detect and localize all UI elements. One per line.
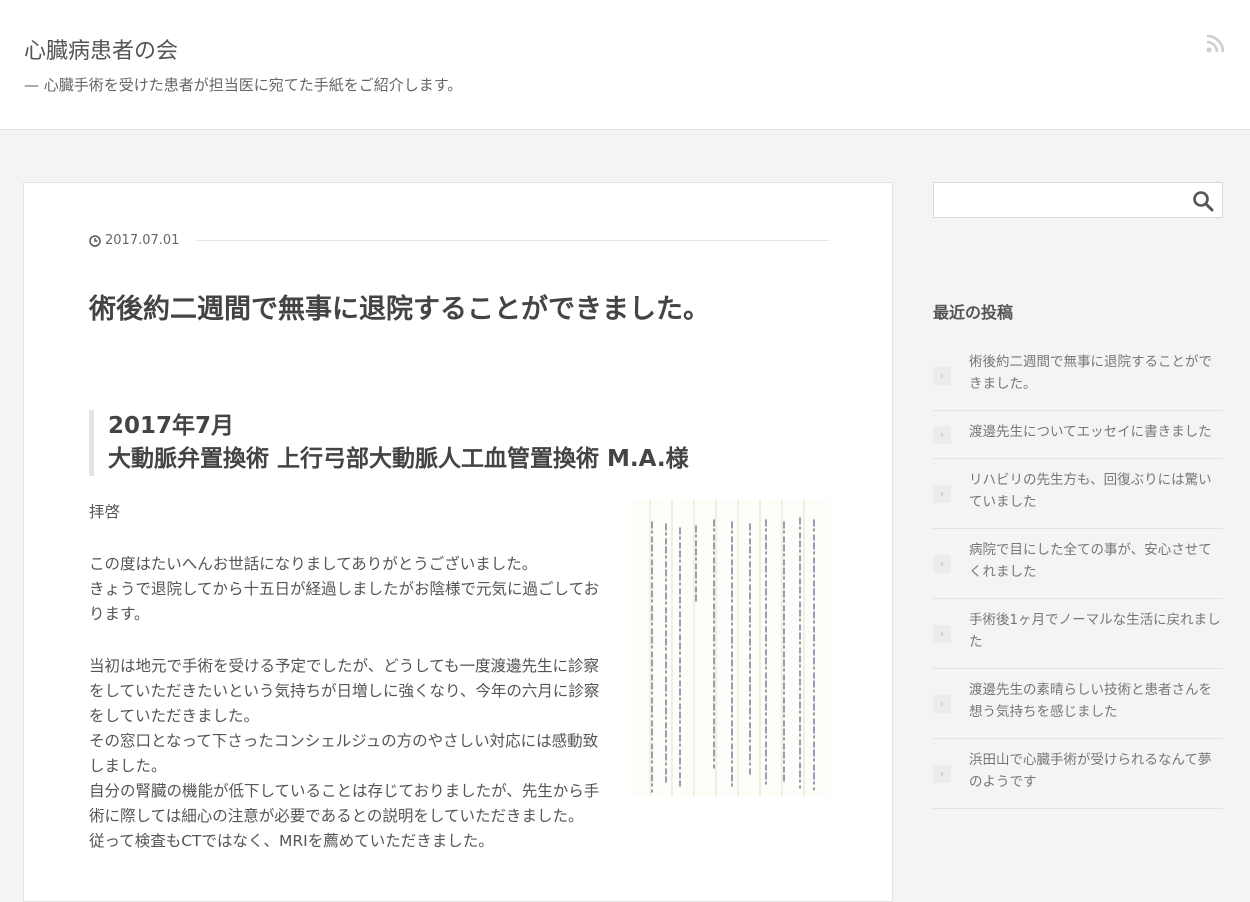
chevron-right-icon: ›	[933, 366, 951, 385]
recent-post-item[interactable]: › リハビリの先生方も、回復ぶりには驚いていました	[933, 459, 1223, 529]
post-meta: 2017.07.01	[89, 233, 829, 249]
recent-post-item[interactable]: › 渡邊先生の素晴らしい技術と患者さんを想う気持ちを感じました	[933, 669, 1223, 739]
recent-post-link[interactable]: 渡邊先生の素晴らしい技術と患者さんを想う気持ちを感じました	[969, 682, 1212, 720]
recent-post-item[interactable]: › 病院で目にした全ての事が、安心させてくれました	[933, 529, 1223, 599]
body-paragraph: この度はたいへんお世話になりましてありがとうございました。	[89, 555, 538, 573]
rss-icon[interactable]	[1206, 35, 1224, 53]
chevron-right-icon: ›	[933, 624, 951, 643]
search-box[interactable]	[933, 182, 1223, 218]
blockquote-procedure: 大動脈弁置換術 上行弓部大動脈人工血管置換術 M.A.様	[108, 446, 689, 472]
body-paragraph: きょうで退院してから十五日が経過しましたがお陰様で元気に過ごしております。	[89, 580, 600, 623]
meta-divider	[197, 240, 829, 241]
chevron-right-icon: ›	[933, 694, 951, 713]
body-paragraph: 拝啓	[89, 503, 121, 521]
recent-posts-list: › 術後約二週間で無事に退院することができました。 › 渡邊先生についてエッセイに書…	[933, 341, 1223, 809]
post-date: 2017.07.01	[105, 233, 180, 248]
recent-post-link[interactable]: 渡邊先生についてエッセイに書きました	[969, 424, 1212, 440]
recent-post-link[interactable]: 術後約二週間で無事に退院することができました。	[969, 354, 1212, 392]
chevron-right-icon: ›	[933, 484, 951, 503]
clock-icon	[89, 235, 101, 247]
recent-post-item[interactable]: › 浜田山で心臓手術が受けられるなんて夢のようです	[933, 739, 1223, 809]
search-icon[interactable]	[1192, 190, 1214, 212]
recent-post-item[interactable]: › 手術後1ヶ月でノーマルな生活に戻れました	[933, 599, 1223, 669]
recent-post-item[interactable]: › 術後約二週間で無事に退院することができました。	[933, 341, 1223, 411]
site-description: — 心臓手術を受けた患者が担当医に宛てた手紙をご紹介します。	[24, 76, 463, 94]
recent-post-link[interactable]: 浜田山で心臓手術が受けられるなんて夢のようです	[969, 752, 1211, 790]
body-paragraph: 自分の腎臓の機能が低下していることは存じておりましたが、先生から手術に際しては細…	[89, 782, 600, 825]
body-paragraph: 従って検査もCTではなく、MRIを薦めていただきました。	[89, 832, 494, 850]
post-title: 術後約二週間で無事に退院することができました。	[89, 294, 710, 325]
body-paragraph: その窓口となって下さったコンシェルジュの方のやさしい対応には感動致しました。	[89, 732, 599, 775]
post-blockquote: 2017年7月 大動脈弁置換術 上行弓部大動脈人工血管置換術 M.A.様	[89, 410, 829, 476]
article-card: 2017.07.01 術後約二週間で無事に退院することができました。 2017年…	[23, 182, 893, 902]
chevron-right-icon: ›	[933, 425, 951, 444]
site-title[interactable]: 心臓病患者の会	[24, 33, 178, 65]
body-paragraph: 当初は地元で手術を受ける予定でしたが、どうしても一度渡邊先生に診察をしていただき…	[89, 657, 600, 725]
chevron-right-icon: ›	[933, 764, 951, 783]
blockquote-date: 2017年7月	[108, 413, 235, 439]
recent-post-link[interactable]: リハビリの先生方も、回復ぶりには驚いていました	[969, 472, 1212, 510]
recent-post-link[interactable]: 手術後1ヶ月でノーマルな生活に戻れました	[969, 612, 1221, 650]
post-body: 拝啓 この度はたいへんお世話になりましてありがとうございました。 きょうで退院し…	[89, 500, 604, 854]
recent-post-item[interactable]: › 渡邊先生についてエッセイに書きました	[933, 411, 1223, 459]
site-header: 心臓病患者の会 — 心臓手術を受けた患者が担当医に宛てた手紙をご紹介します。	[0, 0, 1250, 130]
handwritten-letter-image[interactable]	[630, 500, 830, 796]
recent-post-link[interactable]: 病院で目にした全ての事が、安心させてくれました	[969, 542, 1212, 580]
recent-posts-title: 最近の投稿	[933, 303, 1014, 322]
chevron-right-icon: ›	[933, 554, 951, 573]
